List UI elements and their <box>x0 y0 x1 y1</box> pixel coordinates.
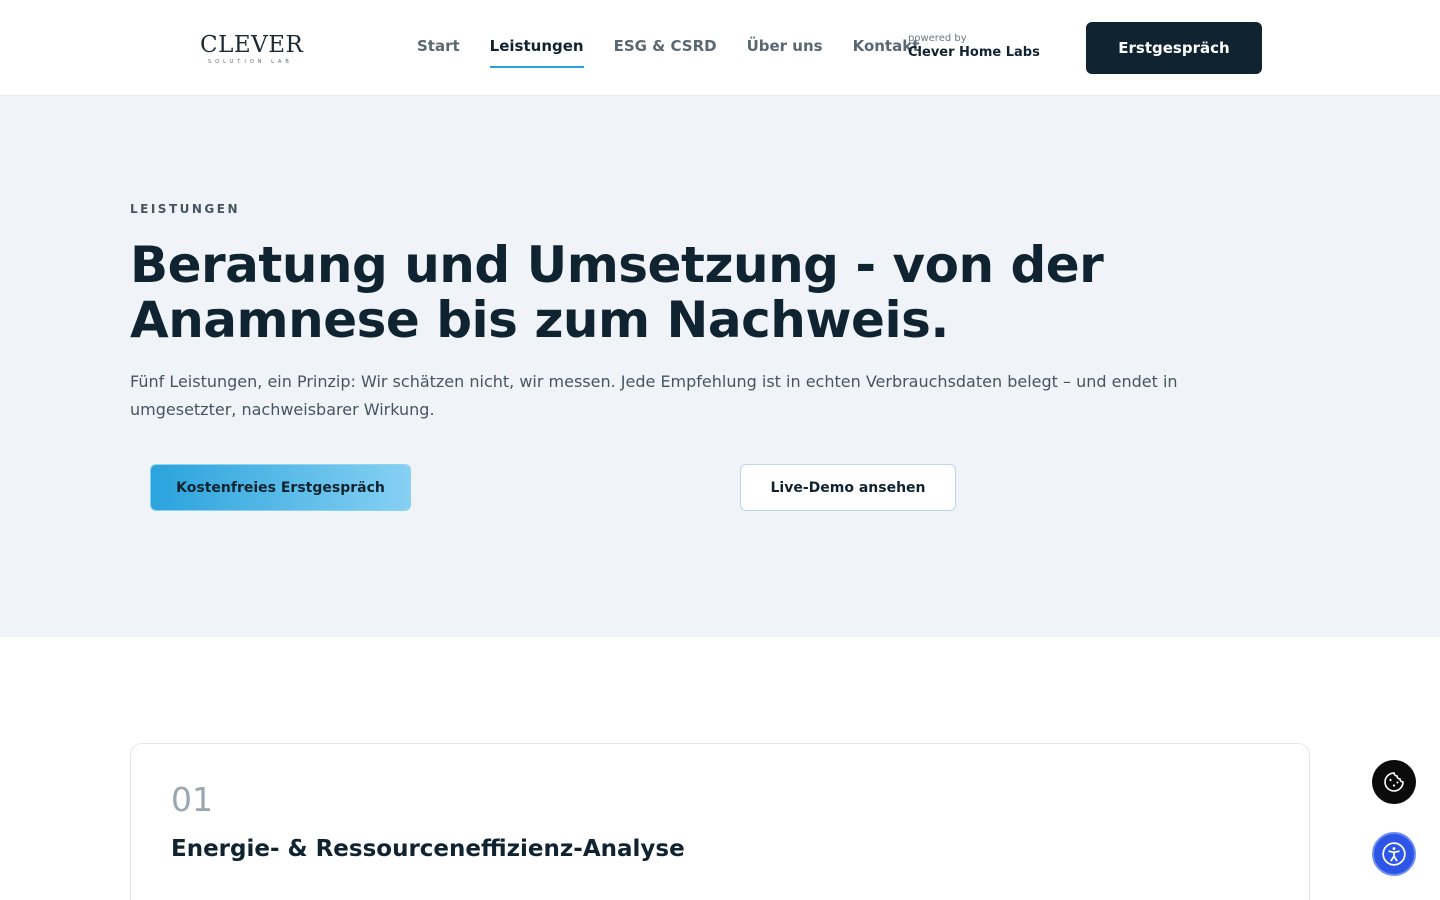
logo-wordmark: CLEVER <box>200 32 304 58</box>
hero-eyebrow: LEISTUNGEN <box>130 202 241 216</box>
nav-item-ueber-uns[interactable]: Über uns <box>747 36 823 60</box>
logo-tagline: SOLUTION LAB <box>208 59 293 65</box>
nav-item-start[interactable]: Start <box>417 36 460 60</box>
service-card: 01 Energie- & Ressourceneffizienz-Analys… <box>130 743 1310 900</box>
accessibility-icon <box>1382 842 1406 866</box>
powered-by-company: Clever Home Labs <box>908 45 1040 60</box>
nav-item-esg-csrd[interactable]: ESG & CSRD <box>614 36 717 60</box>
powered-by-label: powered by <box>908 33 967 44</box>
cookie-icon <box>1384 772 1404 792</box>
nav-item-leistungen[interactable]: Leistungen <box>489 36 584 68</box>
cookie-settings-button[interactable] <box>1372 760 1416 804</box>
main-nav: Start Leistungen ESG & CSRD Über uns Kon… <box>417 36 949 68</box>
free-consultation-button[interactable]: Kostenfreies Erstgespräch <box>150 464 411 511</box>
powered-by-badge[interactable]: powered by Clever Home Labs <box>908 33 1040 61</box>
service-number: 01 <box>171 780 213 819</box>
hero-section: LEISTUNGEN Beratung und Umsetzung - von … <box>0 96 1440 637</box>
erstgespraech-button[interactable]: Erstgespräch <box>1086 22 1262 74</box>
hero-headline: Beratung und Umsetzung - von der Anamnes… <box>130 236 1104 349</box>
service-title: Energie- & Ressourceneffizienz-Analyse <box>171 836 685 862</box>
hero-lead: Fünf Leistungen, ein Prinzip: Wir schätz… <box>130 372 1178 419</box>
site-header: CLEVER SOLUTION LAB Start Leistungen ESG… <box>0 0 1440 96</box>
logo[interactable]: CLEVER SOLUTION LAB <box>200 32 310 68</box>
accessibility-button[interactable] <box>1372 832 1416 876</box>
live-demo-button[interactable]: Live-Demo ansehen <box>740 464 956 511</box>
